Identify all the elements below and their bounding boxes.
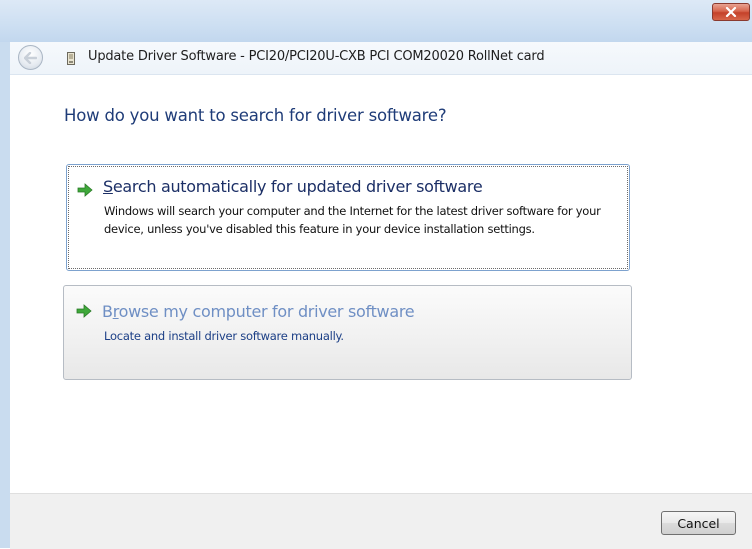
green-arrow-icon bbox=[77, 183, 93, 197]
title-bar bbox=[0, 0, 752, 42]
option-title-start: B bbox=[102, 302, 113, 321]
green-arrow-icon bbox=[76, 304, 92, 318]
option-title-rest: earch automatically for updated driver s… bbox=[112, 177, 483, 196]
update-driver-dialog: Update Driver Software - PCI20/PCI20U-CX… bbox=[0, 0, 752, 549]
wizard-header: Update Driver Software - PCI20/PCI20U-CX… bbox=[10, 42, 752, 75]
option-title: Browse my computer for driver software bbox=[102, 302, 415, 321]
back-button[interactable] bbox=[18, 45, 43, 70]
dialog-footer: Cancel bbox=[10, 493, 752, 549]
cancel-button[interactable]: Cancel bbox=[661, 511, 736, 535]
option-title-rest: owse my computer for driver software bbox=[118, 302, 415, 321]
search-automatically-option[interactable]: Search automatically for updated driver … bbox=[66, 164, 630, 271]
option-description: Windows will search your computer and th… bbox=[104, 204, 601, 236]
wizard-content: How do you want to search for driver sof… bbox=[10, 75, 752, 493]
page-heading: How do you want to search for driver sof… bbox=[64, 106, 447, 125]
device-icon bbox=[67, 52, 75, 65]
close-icon bbox=[725, 7, 737, 17]
option-title-accelerator: S bbox=[103, 177, 113, 196]
option-title: Search automatically for updated driver … bbox=[103, 177, 483, 196]
close-button[interactable] bbox=[712, 3, 750, 21]
option-description: Locate and install driver software manua… bbox=[104, 329, 344, 343]
back-arrow-icon bbox=[24, 51, 37, 64]
dialog-title: Update Driver Software - PCI20/PCI20U-CX… bbox=[88, 49, 545, 64]
browse-computer-option[interactable]: Browse my computer for driver software L… bbox=[63, 285, 632, 380]
